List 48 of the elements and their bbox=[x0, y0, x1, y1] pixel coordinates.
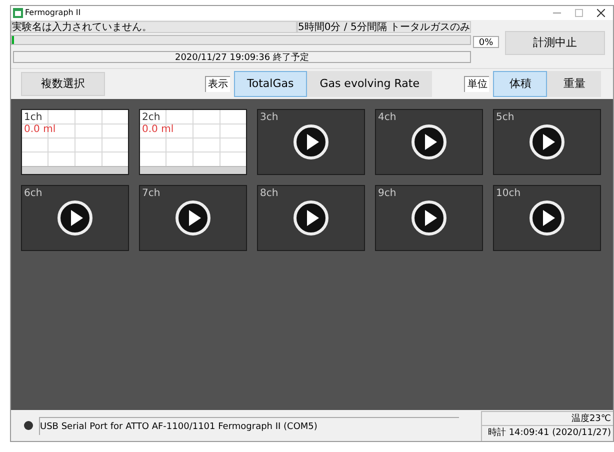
channel-label: 5ch bbox=[496, 112, 514, 124]
multi-select-button[interactable]: 複数選択 bbox=[21, 72, 105, 96]
status-dot-icon bbox=[24, 421, 33, 430]
channel-label: 1ch bbox=[24, 112, 42, 124]
channel-label: 4ch bbox=[378, 112, 396, 124]
channel-graph[interactable]: 2ch 0.0 ml bbox=[139, 109, 247, 175]
channel-label: 6ch bbox=[24, 188, 42, 200]
channel-tile[interactable]: 3ch bbox=[257, 109, 365, 175]
channel-label: 7ch bbox=[142, 188, 160, 200]
channel-tile[interactable]: 10ch bbox=[493, 185, 601, 251]
channel-tile[interactable]: 7ch bbox=[139, 185, 247, 251]
window-title: Fermograph II bbox=[25, 7, 81, 19]
channel-label: 2ch bbox=[142, 112, 160, 124]
port-status: USB Serial Port for ATTO AF-1100/1101 Fermograph II (COM5) bbox=[39, 416, 459, 434]
play-icon[interactable] bbox=[529, 200, 565, 236]
channel-value: 0.0 ml bbox=[142, 124, 174, 136]
experiment-name: 実験名は入力されていません。 bbox=[11, 21, 297, 33]
play-icon[interactable] bbox=[411, 124, 447, 160]
channel-label: 9ch bbox=[378, 188, 396, 200]
play-icon[interactable] bbox=[57, 200, 93, 236]
end-time: 2020/11/27 19:09:36 終了予定 bbox=[13, 51, 471, 63]
channel-tile[interactable]: 9ch bbox=[375, 185, 483, 251]
toggle-tab[interactable]: 重量 bbox=[547, 71, 602, 97]
progress-percent: 0% bbox=[473, 36, 499, 48]
channel-graph[interactable]: 1ch 0.0 ml bbox=[21, 109, 129, 175]
unit-label: 単位 bbox=[464, 76, 490, 92]
schedule-text: 5時間0分 / 5分間隔 トータルガスのみ bbox=[297, 21, 471, 33]
play-icon[interactable] bbox=[175, 200, 211, 236]
play-icon[interactable] bbox=[293, 124, 329, 160]
toggle-tab[interactable]: TotalGas bbox=[234, 71, 307, 97]
play-icon[interactable] bbox=[411, 200, 447, 236]
channel-value: 0.0 ml bbox=[24, 124, 56, 136]
channel-tile[interactable]: 5ch bbox=[493, 109, 601, 175]
close-icon[interactable] bbox=[597, 9, 605, 17]
play-icon[interactable] bbox=[529, 124, 565, 160]
channel-label: 10ch bbox=[496, 188, 521, 200]
play-icon[interactable] bbox=[293, 200, 329, 236]
temperature-text: 温度23℃ bbox=[482, 410, 613, 426]
toggle-tab[interactable]: 体積 bbox=[493, 71, 548, 97]
channel-label: 8ch bbox=[260, 188, 278, 200]
channel-tile[interactable]: 8ch bbox=[257, 185, 365, 251]
stop-button[interactable]: 計測中止 bbox=[505, 31, 605, 55]
toggle-tab[interactable]: Gas evolving Rate bbox=[306, 71, 432, 97]
channel-tile[interactable]: 4ch bbox=[375, 109, 483, 175]
clock-text: 時計 14:09:41 (2020/11/27) bbox=[486, 426, 612, 440]
channel-tile[interactable]: 6ch bbox=[21, 185, 129, 251]
display-label: 表示 bbox=[205, 76, 230, 92]
channel-label: 3ch bbox=[260, 112, 278, 124]
